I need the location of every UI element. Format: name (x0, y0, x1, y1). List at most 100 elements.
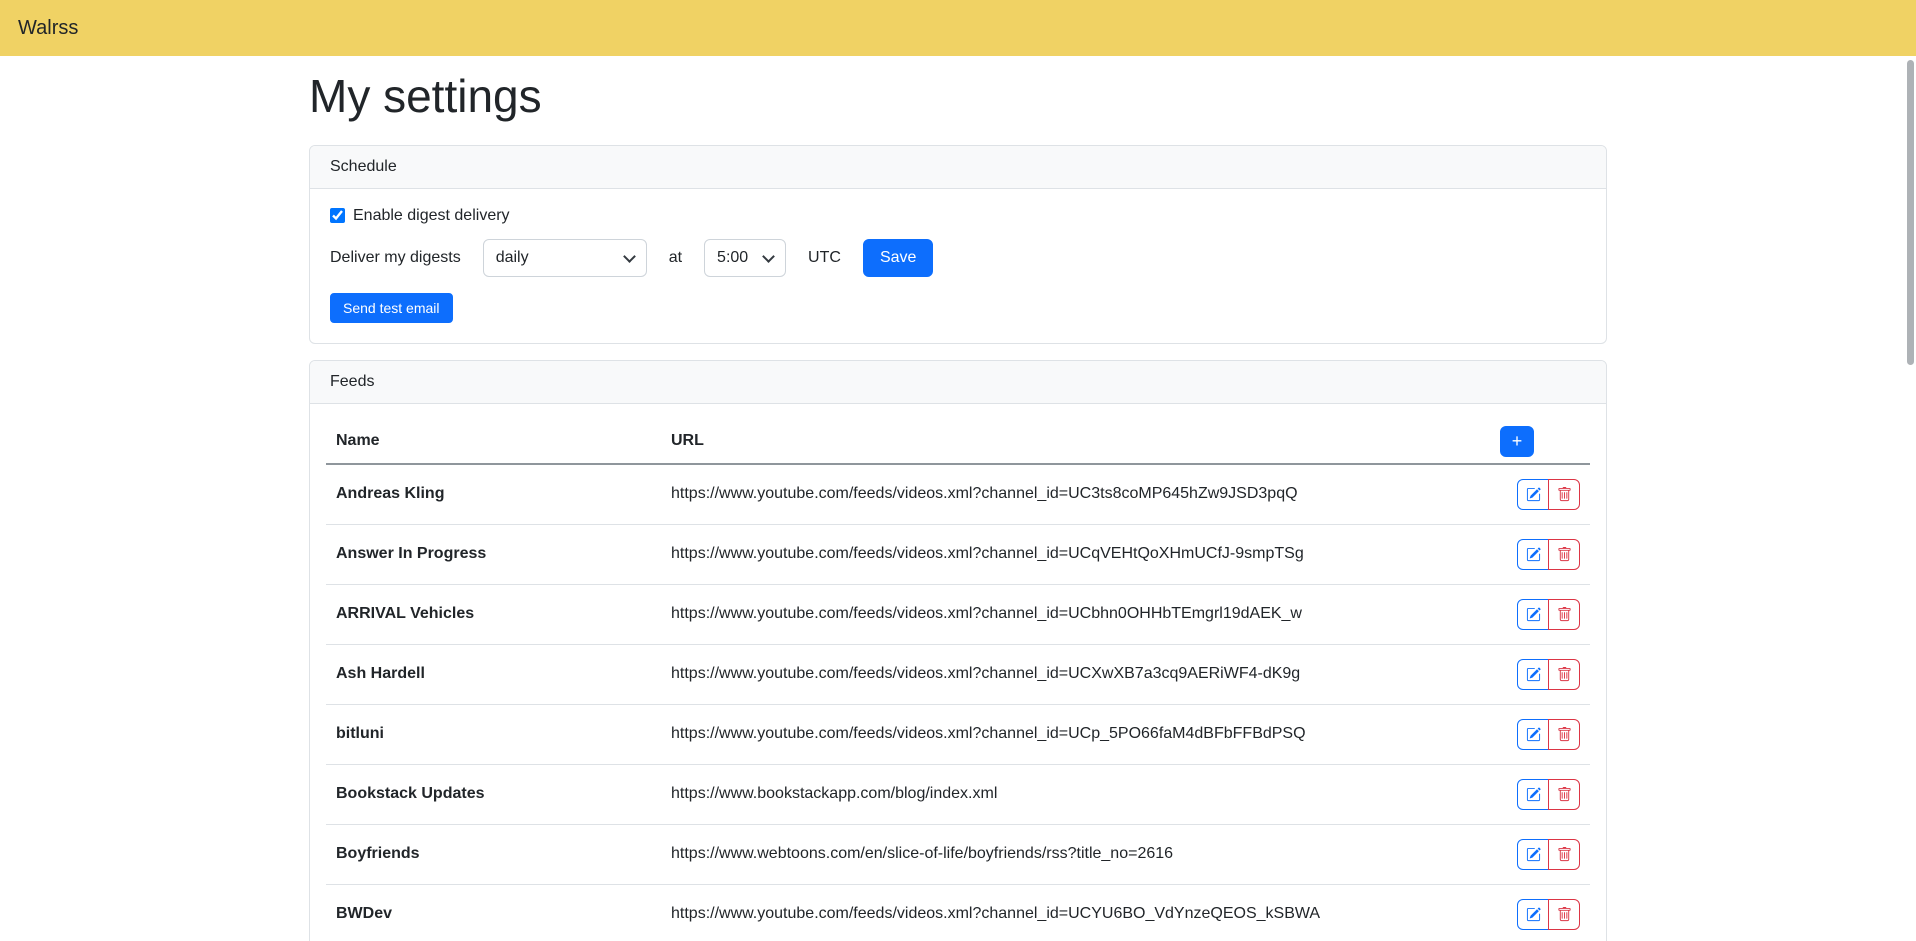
send-test-email-button[interactable]: Send test email (330, 293, 453, 323)
pencil-square-icon (1526, 787, 1541, 802)
page-title: My settings (309, 70, 1607, 123)
time-select[interactable]: 5:00 (704, 239, 786, 277)
feed-url: https://www.bookstackapp.com/blog/index.… (661, 764, 1490, 824)
feed-url: https://www.youtube.com/feeds/videos.xml… (661, 704, 1490, 764)
enable-digest-label: Enable digest delivery (353, 207, 510, 225)
feed-actions-group (1517, 479, 1580, 510)
edit-feed-button[interactable] (1517, 479, 1549, 510)
feed-actions (1490, 704, 1590, 764)
edit-feed-button[interactable] (1517, 899, 1549, 930)
edit-feed-button[interactable] (1517, 779, 1549, 810)
feed-row: ARRIVAL Vehicles https://www.youtube.com… (326, 584, 1590, 644)
feed-actions-group (1517, 659, 1580, 690)
feed-row: BWDev https://www.youtube.com/feeds/vide… (326, 884, 1590, 941)
feeds-header-row: Name URL + (326, 420, 1590, 464)
pencil-square-icon (1526, 607, 1541, 622)
feeds-table-body: Andreas Kling https://www.youtube.com/fe… (326, 464, 1590, 941)
feed-url: https://www.youtube.com/feeds/videos.xml… (661, 464, 1490, 525)
trash-icon (1557, 907, 1572, 922)
edit-feed-button[interactable] (1517, 539, 1549, 570)
at-label: at (669, 249, 682, 267)
feed-row: Bookstack Updates https://www.bookstacka… (326, 764, 1590, 824)
enable-digest-checkbox[interactable] (330, 208, 345, 223)
feed-actions (1490, 524, 1590, 584)
trash-icon (1557, 607, 1572, 622)
trash-icon (1557, 547, 1572, 562)
add-feed-button[interactable]: + (1500, 426, 1534, 457)
feed-actions-group (1517, 599, 1580, 630)
feed-actions (1490, 764, 1590, 824)
scrollbar-thumb[interactable] (1907, 60, 1914, 365)
feed-actions-group (1517, 899, 1580, 930)
delete-feed-button[interactable] (1548, 779, 1580, 810)
feed-actions (1490, 584, 1590, 644)
column-header-actions: + (1490, 420, 1590, 464)
trash-icon (1557, 847, 1572, 862)
feed-row: Ash Hardell https://www.youtube.com/feed… (326, 644, 1590, 704)
main-content: My settings Schedule Enable digest deliv… (309, 70, 1607, 941)
delete-feed-button[interactable] (1548, 719, 1580, 750)
timezone-label: UTC (808, 249, 841, 267)
feed-url: https://www.webtoons.com/en/slice-of-lif… (661, 824, 1490, 884)
feed-actions-group (1517, 779, 1580, 810)
delete-feed-button[interactable] (1548, 899, 1580, 930)
feed-actions-group (1517, 719, 1580, 750)
pencil-square-icon (1526, 847, 1541, 862)
top-navbar: Walrss (0, 0, 1916, 56)
delete-feed-button[interactable] (1548, 659, 1580, 690)
feed-name: ARRIVAL Vehicles (326, 584, 661, 644)
deliver-label: Deliver my digests (330, 249, 461, 267)
feed-name: BWDev (326, 884, 661, 941)
feed-url: https://www.youtube.com/feeds/videos.xml… (661, 884, 1490, 941)
feeds-card-header: Feeds (310, 361, 1606, 404)
feeds-table: Name URL + Andreas Kling https://www.you… (326, 420, 1590, 941)
feeds-table-head: Name URL + (326, 420, 1590, 464)
schedule-card-body: Enable digest delivery Deliver my digest… (310, 189, 1606, 343)
trash-icon (1557, 667, 1572, 682)
feed-name: Bookstack Updates (326, 764, 661, 824)
feed-name: Boyfriends (326, 824, 661, 884)
delete-feed-button[interactable] (1548, 839, 1580, 870)
feed-row: bitluni https://www.youtube.com/feeds/vi… (326, 704, 1590, 764)
feed-actions-group (1517, 839, 1580, 870)
delete-feed-button[interactable] (1548, 599, 1580, 630)
feeds-card-body: Name URL + Andreas Kling https://www.you… (310, 404, 1606, 941)
feed-row: Boyfriends https://www.webtoons.com/en/s… (326, 824, 1590, 884)
feed-name: Andreas Kling (326, 464, 661, 525)
pencil-square-icon (1526, 667, 1541, 682)
pencil-square-icon (1526, 727, 1541, 742)
feed-actions (1490, 824, 1590, 884)
feed-url: https://www.youtube.com/feeds/videos.xml… (661, 524, 1490, 584)
column-header-name: Name (326, 420, 661, 464)
feed-actions (1490, 464, 1590, 525)
delete-feed-button[interactable] (1548, 539, 1580, 570)
delete-feed-button[interactable] (1548, 479, 1580, 510)
schedule-card: Schedule Enable digest delivery Deliver … (309, 145, 1607, 344)
save-button[interactable]: Save (863, 239, 933, 277)
edit-feed-button[interactable] (1517, 599, 1549, 630)
edit-feed-button[interactable] (1517, 839, 1549, 870)
pencil-square-icon (1526, 547, 1541, 562)
feed-actions (1490, 644, 1590, 704)
feed-url: https://www.youtube.com/feeds/videos.xml… (661, 584, 1490, 644)
schedule-card-header: Schedule (310, 146, 1606, 189)
feed-row: Andreas Kling https://www.youtube.com/fe… (326, 464, 1590, 525)
trash-icon (1557, 487, 1572, 502)
enable-digest-row: Enable digest delivery (330, 207, 1586, 225)
column-header-url: URL (661, 420, 1490, 464)
trash-icon (1557, 787, 1572, 802)
edit-feed-button[interactable] (1517, 719, 1549, 750)
feed-name: Ash Hardell (326, 644, 661, 704)
plus-icon: + (1512, 432, 1523, 450)
edit-feed-button[interactable] (1517, 659, 1549, 690)
frequency-select[interactable]: daily (483, 239, 647, 277)
feed-row: Answer In Progress https://www.youtube.c… (326, 524, 1590, 584)
brand-link[interactable]: Walrss (18, 17, 78, 40)
feed-name: bitluni (326, 704, 661, 764)
feed-actions-group (1517, 539, 1580, 570)
feed-actions (1490, 884, 1590, 941)
frequency-select-wrap: daily (483, 239, 647, 277)
time-select-wrap: 5:00 (704, 239, 786, 277)
pencil-square-icon (1526, 487, 1541, 502)
feed-url: https://www.youtube.com/feeds/videos.xml… (661, 644, 1490, 704)
